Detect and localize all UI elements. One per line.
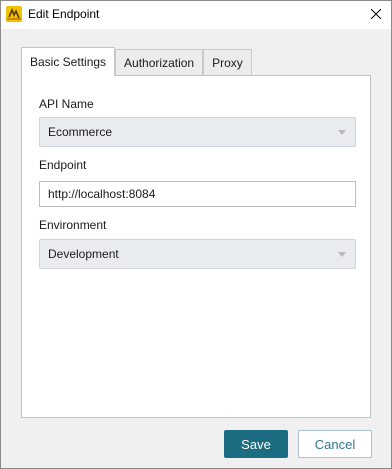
environment-select[interactable]: Development — [39, 239, 356, 269]
tab-bar: Basic Settings Authorization Proxy — [21, 47, 252, 76]
endpoint-label: Endpoint — [39, 158, 87, 172]
basic-settings-panel: API Name Ecommerce Endpoint Environment … — [21, 75, 371, 418]
tab-proxy[interactable]: Proxy — [203, 49, 252, 76]
api-name-label: API Name — [39, 97, 94, 111]
tab-authorization[interactable]: Authorization — [115, 49, 204, 76]
window-title: Edit Endpoint — [28, 7, 100, 21]
save-button[interactable]: Save — [224, 430, 288, 458]
tab-basic-settings[interactable]: Basic Settings — [21, 47, 116, 76]
close-button[interactable] — [361, 1, 391, 29]
environment-value: Development — [48, 247, 119, 261]
cancel-button[interactable]: Cancel — [298, 430, 372, 458]
chevron-down-icon — [338, 130, 346, 135]
title-bar[interactable]: Edit Endpoint — [1, 1, 391, 29]
api-name-select[interactable]: Ecommerce — [39, 117, 356, 147]
api-name-value: Ecommerce — [48, 125, 113, 139]
edit-endpoint-dialog: Edit Endpoint Basic Settings Authorizati… — [0, 0, 392, 469]
environment-label: Environment — [39, 218, 107, 232]
close-icon — [370, 8, 382, 22]
endpoint-field[interactable] — [39, 181, 356, 207]
app-logo-icon — [6, 6, 22, 22]
chevron-down-icon — [338, 252, 346, 257]
